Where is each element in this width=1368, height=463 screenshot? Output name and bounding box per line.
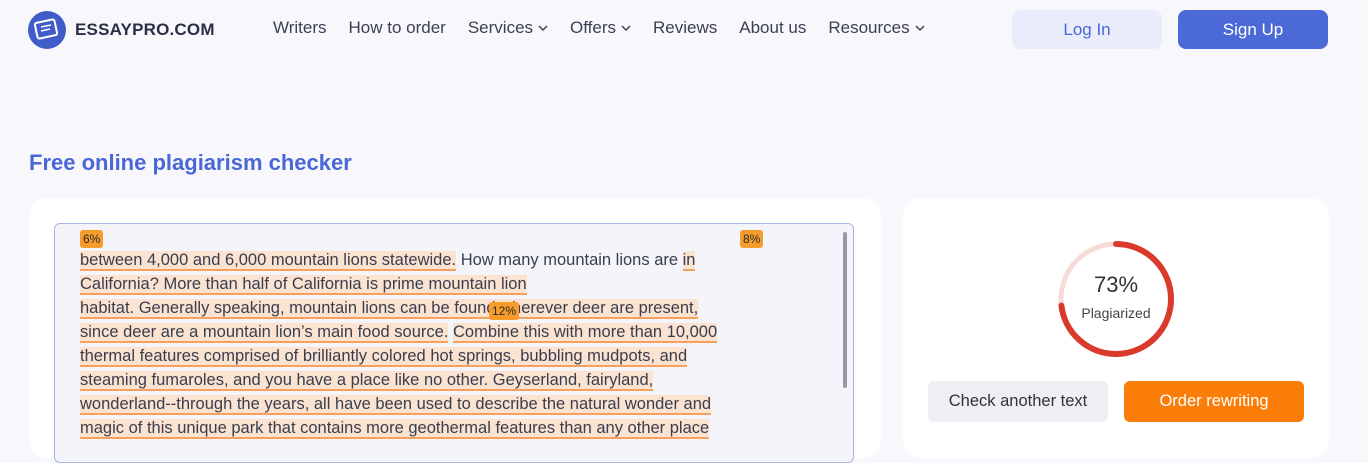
matched-text-segment[interactable]: wonderland--through the years, all have …: [80, 395, 712, 415]
logo-text: ESSAYPRO.COM: [75, 20, 215, 39]
text-line: since deer are a mountain lion’s main fo…: [80, 320, 800, 344]
logo-icon: [28, 11, 66, 49]
match-percent-tag[interactable]: 8%: [740, 230, 764, 248]
text-line: thermal features comprised of brilliantl…: [80, 344, 800, 368]
matched-text-segment[interactable]: Combine this with more than 10,000: [453, 323, 718, 343]
text-line: habitat. Generally speaking, mountain li…: [80, 296, 800, 320]
matched-text-segment[interactable]: habitat. Generally speaking, mountain li…: [80, 299, 699, 319]
matched-text-segment[interactable]: thermal features comprised of brilliantl…: [80, 347, 688, 367]
page-title: Free online plagiarism checker: [29, 150, 352, 175]
text-line: magic of this unique park that contains …: [80, 416, 800, 440]
main-nav: Writers How to order Services Offers Rev…: [273, 18, 947, 38]
text-line: California? More than half of California…: [80, 272, 800, 296]
matched-text-segment[interactable]: steaming fumaroles, and you have a place…: [80, 371, 654, 391]
nav-writers[interactable]: Writers: [273, 18, 327, 38]
match-percent-tag[interactable]: 12%: [489, 302, 520, 320]
text-line: between 4,000 and 6,000 mountain lions s…: [80, 248, 800, 272]
nav-resources[interactable]: Resources: [828, 18, 925, 38]
nav-about-us[interactable]: About us: [739, 18, 806, 38]
nav-how-to-order[interactable]: How to order: [349, 18, 446, 38]
checked-text: between 4,000 and 6,000 mountain lions s…: [80, 248, 800, 440]
chevron-down-icon: [915, 25, 925, 32]
text-segment: How many mountain lions are: [456, 251, 683, 269]
matched-text-segment[interactable]: California? More than half of California…: [80, 275, 527, 295]
text-scrollbar[interactable]: [843, 232, 847, 388]
nav-offers[interactable]: Offers: [570, 18, 631, 38]
nav-reviews[interactable]: Reviews: [653, 18, 717, 38]
plagiarism-percent: 73%: [1093, 272, 1139, 297]
signup-button[interactable]: Sign Up: [1178, 10, 1328, 49]
chevron-down-icon: [621, 25, 631, 32]
matched-text-segment[interactable]: between 4,000 and 6,000 mountain lions s…: [80, 251, 457, 271]
nav-services[interactable]: Services: [468, 18, 548, 38]
plagiarism-gauge: [1058, 241, 1174, 357]
essaypro-logo[interactable]: ESSAYPRO.COM: [28, 11, 215, 49]
login-button[interactable]: Log In: [1012, 10, 1162, 49]
matched-text-segment[interactable]: since deer are a mountain lion’s main fo…: [80, 323, 449, 343]
text-line: wonderland--through the years, all have …: [80, 392, 800, 416]
order-rewriting-button[interactable]: Order rewriting: [1124, 381, 1304, 422]
site-header: ESSAYPRO.COM Writers How to order Servic…: [0, 0, 1368, 62]
matched-text-segment[interactable]: in: [682, 251, 696, 271]
plagiarism-label: Plagiarized: [1081, 305, 1151, 321]
matched-text-segment[interactable]: magic of this unique park that contains …: [80, 419, 710, 439]
match-percent-tag[interactable]: 6%: [80, 230, 104, 248]
text-input-area[interactable]: between 4,000 and 6,000 mountain lions s…: [54, 223, 854, 463]
chevron-down-icon: [538, 25, 548, 32]
text-line: steaming fumaroles, and you have a place…: [80, 368, 800, 392]
check-another-text-button[interactable]: Check another text: [928, 381, 1108, 422]
